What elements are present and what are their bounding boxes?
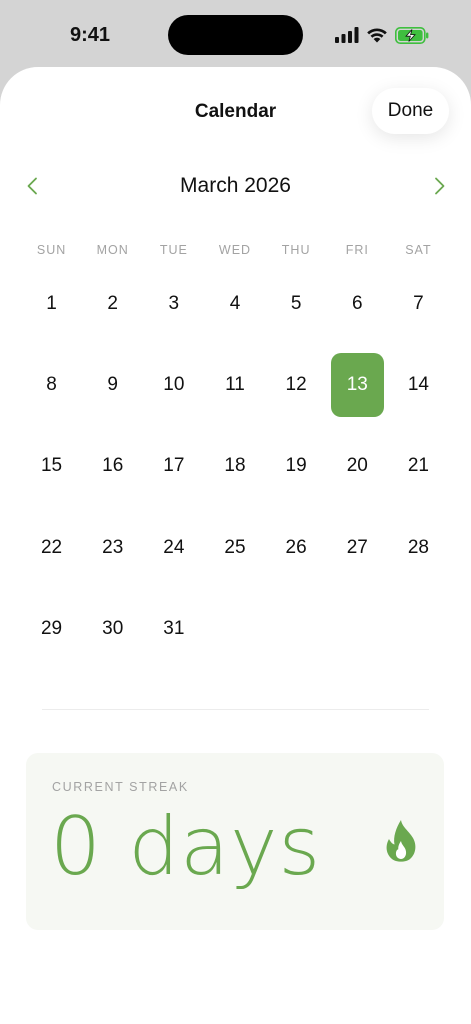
weekday-label: SUN (36, 243, 67, 257)
streak-value: 0 days (50, 807, 321, 887)
calendar-day[interactable]: 25 (204, 507, 265, 588)
calendar-day[interactable]: 24 (143, 507, 204, 588)
weekday-label: TUE (159, 243, 188, 257)
battery-charging-icon (395, 26, 429, 44)
streak-count: 0 (50, 800, 102, 893)
streak-card: CURRENT STREAK 0 days (26, 753, 444, 930)
weekday-header: SUN MON TUE WED THU FRI SAT (21, 243, 449, 257)
calendar-day[interactable]: 17 (143, 426, 204, 507)
calendar-day[interactable]: 12 (266, 344, 327, 425)
calendar-day[interactable]: 9 (82, 344, 143, 425)
calendar-day[interactable]: 16 (82, 426, 143, 507)
wifi-icon (367, 28, 387, 43)
chevron-right-icon (435, 177, 445, 195)
month-title: March 2026 (180, 174, 291, 197)
streak-label: CURRENT STREAK (52, 780, 189, 794)
weekday-label: THU (281, 243, 311, 257)
calendar-day[interactable]: 19 (266, 426, 327, 507)
calendar-day[interactable]: 22 (21, 507, 82, 588)
weekday-label: FRI (345, 243, 369, 257)
weekday-label: WED (218, 243, 252, 257)
next-month-button[interactable] (429, 175, 451, 197)
calendar-day[interactable]: 28 (388, 507, 449, 588)
calendar-day[interactable]: 30 (82, 589, 143, 670)
calendar-day[interactable]: 6 (327, 263, 388, 344)
status-time: 9:41 (70, 24, 111, 46)
calendar-day[interactable]: 7 (388, 263, 449, 344)
calendar-day[interactable]: 27 (327, 507, 388, 588)
signal-icon (335, 27, 359, 43)
calendar-day[interactable]: 3 (143, 263, 204, 344)
weekday-label: MON (96, 243, 129, 257)
calendar-day[interactable]: 18 (204, 426, 265, 507)
divider (42, 709, 429, 710)
calendar-day[interactable]: 14 (388, 344, 449, 425)
calendar-day[interactable]: 4 (204, 263, 265, 344)
calendar-day-selected[interactable]: 13 (327, 344, 388, 425)
calendar-sheet: Calendar Done March 2026 SUN MON TUE WED… (0, 67, 471, 1024)
calendar-day[interactable]: 11 (204, 344, 265, 425)
dynamic-island (168, 15, 303, 55)
calendar-day[interactable]: 5 (266, 263, 327, 344)
calendar-day[interactable]: 15 (21, 426, 82, 507)
calendar-day[interactable]: 1 (21, 263, 82, 344)
calendar-day[interactable]: 8 (21, 344, 82, 425)
calendar-day[interactable]: 20 (327, 426, 388, 507)
status-bar: 9:41 (0, 0, 471, 68)
streak-unit: days (128, 800, 322, 893)
calendar-day[interactable]: 23 (82, 507, 143, 588)
calendar-day[interactable]: 2 (82, 263, 143, 344)
calendar-day[interactable]: 26 (266, 507, 327, 588)
weekday-label: SAT (405, 243, 432, 257)
calendar-day[interactable]: 10 (143, 344, 204, 425)
calendar-day[interactable]: 31 (143, 589, 204, 670)
done-button[interactable]: Done (372, 88, 449, 134)
calendar-day[interactable]: 29 (21, 589, 82, 670)
status-icons (335, 25, 429, 45)
flame-icon (386, 820, 416, 862)
calendar-day[interactable]: 21 (388, 426, 449, 507)
days-grid: 1 2 3 4 5 6 7 8 9 10 11 12 13 14 15 16 1… (21, 263, 449, 670)
